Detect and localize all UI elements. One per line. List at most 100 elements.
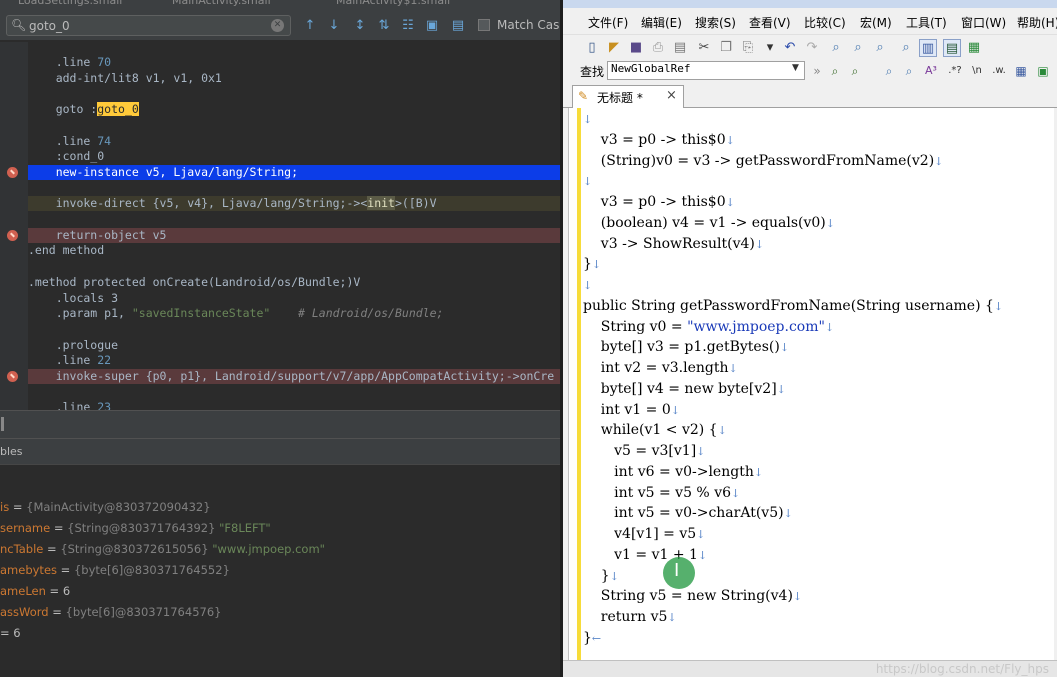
text-line[interactable]: int v1 = 0↓ — [583, 400, 680, 421]
regex-icon[interactable]: .*? — [947, 62, 963, 80]
text-area[interactable]: ↓ v3 = p0 -> this$0↓ (String)v0 = v3 -> … — [568, 108, 1054, 660]
code-line[interactable] — [28, 212, 563, 227]
paste-icon[interactable]: ⎘ — [739, 39, 757, 57]
paste-dropdown-icon[interactable]: ▾ — [761, 39, 779, 57]
find-icon[interactable]: ⌕ — [827, 39, 845, 57]
whole-word-icon[interactable]: .w. — [991, 62, 1007, 80]
redo-icon[interactable]: ↷ — [803, 39, 821, 57]
code-line[interactable]: .param p1, "savedInstanceState" # Landro… — [28, 306, 563, 321]
find-next-green-icon[interactable]: ⌕ — [827, 62, 843, 80]
breakpoint-icon[interactable] — [7, 229, 18, 241]
variable-row[interactable]: is = {MainActivity@830372090432} — [0, 497, 563, 517]
find-options-icon[interactable]: » — [809, 62, 825, 80]
text-line[interactable]: public String getPasswordFromName(String… — [583, 296, 1003, 317]
add-selection-icon[interactable]: ↕ — [352, 18, 368, 34]
smali-editor[interactable]: .line 70 add-int/lit8 v1, v1, 0x1 goto :… — [0, 42, 563, 410]
menu-edit[interactable]: 编辑(E) — [641, 14, 682, 31]
code-line[interactable] — [28, 385, 563, 400]
find-previous-green-icon[interactable]: ⌕ — [847, 62, 863, 80]
menu-tools[interactable]: 工具(T) — [906, 14, 947, 31]
outline-icon[interactable]: ▤ — [943, 39, 961, 57]
text-line[interactable]: return v5↓ — [583, 607, 677, 628]
code-line[interactable]: .locals 3 — [28, 291, 563, 306]
editor-tab[interactable]: MainActivity$1.smali — [336, 0, 450, 8]
filter-icon[interactable]: ▣ — [424, 18, 440, 34]
text-line[interactable]: String v0 = "www.jmpoep.com"↓ — [583, 317, 834, 338]
code-line[interactable] — [28, 86, 563, 101]
cut-icon[interactable]: ✂ — [695, 39, 713, 57]
find-in-files-icon[interactable]: ⌕ — [897, 39, 915, 57]
match-case-icon[interactable]: A³ — [923, 62, 939, 80]
variable-row[interactable]: sername = {String@830371764392} "F8LEFT" — [0, 518, 563, 538]
text-line[interactable]: }← — [583, 628, 601, 649]
text-line[interactable]: ↓ — [583, 171, 592, 192]
text-line[interactable]: v5 = v3[v1]↓ — [583, 441, 705, 462]
text-line[interactable]: (boolean) v4 = v1 -> equals(v0)↓ — [583, 213, 835, 234]
text-line[interactable]: int v6 = v0->length↓ — [583, 462, 763, 483]
text-line[interactable]: v3 -> ShowResult(v4)↓ — [583, 234, 764, 255]
find-in-selection-icon[interactable]: ▦ — [1013, 62, 1029, 80]
search-icon[interactable]: 🔍︎ — [11, 18, 26, 32]
copy-icon[interactable]: ❐ — [717, 39, 735, 57]
editor-tab[interactable]: LoadSettings.smali — [18, 0, 122, 8]
code-line[interactable]: .end method — [28, 243, 563, 258]
clear-highlight-icon[interactable]: ⌕ — [901, 62, 917, 80]
code-line[interactable]: return-object v5 — [28, 227, 563, 243]
clear-search-icon[interactable]: ✕ — [271, 19, 284, 32]
text-line[interactable]: (String)v0 = v3 -> getPasswordFromName(v… — [583, 151, 944, 172]
code-line[interactable]: :cond_0 — [28, 149, 563, 164]
code-line[interactable]: new-instance v5, Ljava/lang/String; — [28, 164, 563, 180]
code-line[interactable] — [28, 259, 563, 274]
text-line[interactable]: }↓ — [583, 254, 601, 275]
code-line[interactable] — [28, 118, 563, 133]
menu-search[interactable]: 搜索(S) — [695, 14, 736, 31]
select-next-icon[interactable]: ⇅ — [376, 18, 392, 34]
workspace-icon[interactable]: ▦ — [965, 39, 983, 57]
match-case-checkbox[interactable] — [478, 19, 490, 31]
code-line[interactable]: add-int/lit8 v1, v1, 0x1 — [28, 71, 563, 86]
menu-macro[interactable]: 宏(M) — [860, 14, 892, 31]
text-line[interactable]: byte[] v3 = p1.getBytes()↓ — [583, 337, 789, 358]
variables-panel[interactable]: is = {MainActivity@830372090432} sername … — [0, 464, 563, 677]
text-line[interactable]: byte[] v4 = new byte[v2]↓ — [583, 379, 786, 400]
text-line[interactable]: ↓ — [583, 109, 592, 130]
menu-view[interactable]: 查看(V) — [749, 14, 791, 31]
previous-occurrence-icon[interactable]: ↑ — [302, 18, 318, 34]
text-line[interactable]: ↓ — [583, 275, 592, 296]
code-line[interactable] — [28, 181, 563, 196]
toggle-icon[interactable]: ▥ — [919, 39, 937, 57]
open-file-icon[interactable]: ◤ — [605, 39, 623, 57]
text-line[interactable]: v3 = p0 -> this$0↓ — [583, 192, 735, 213]
code-line[interactable]: .line 70 — [28, 55, 563, 70]
code-line[interactable]: .prologue — [28, 338, 563, 353]
text-line[interactable]: while(v1 < v2) {↓ — [583, 420, 727, 441]
escape-sequence-icon[interactable]: \n — [969, 62, 985, 80]
print-icon[interactable]: ⎙ — [649, 39, 667, 57]
print-preview-icon[interactable]: ▤ — [671, 39, 689, 57]
save-icon[interactable]: ■ — [627, 39, 645, 57]
editor-gutter[interactable] — [0, 42, 28, 410]
menu-window[interactable]: 窗口(W) — [961, 14, 1006, 31]
text-line[interactable]: String v5 = new String(v4)↓ — [583, 586, 802, 607]
document-tab[interactable]: ✎ 无标题 * × — [572, 85, 684, 108]
code-line[interactable]: .method protected onCreate(Landroid/os/B… — [28, 275, 563, 290]
select-all-occurrences-icon[interactable]: ☷ — [400, 18, 416, 34]
code-line[interactable]: .line 74 — [28, 134, 563, 149]
menu-file[interactable]: 文件(F) — [588, 14, 628, 31]
breakpoint-icon[interactable] — [7, 166, 18, 178]
variable-row[interactable]: amebytes = {byte[6]@830371764552} — [0, 560, 563, 580]
next-occurrence-icon[interactable]: ↓ — [326, 18, 342, 34]
incremental-search-icon[interactable]: ▣ — [1035, 62, 1051, 80]
undo-icon[interactable]: ↶ — [781, 39, 799, 57]
code-line[interactable]: .line 23 — [28, 400, 563, 410]
find-input[interactable]: NewGlobalRef — [607, 61, 805, 80]
text-line[interactable]: v4[v1] = v5↓ — [583, 524, 705, 545]
code-line[interactable]: goto :goto_0 — [28, 102, 563, 117]
highlight-icon[interactable]: ⌕ — [881, 62, 897, 80]
variable-row[interactable]: ncTable = {String@830372615056} "www.jmp… — [0, 539, 563, 559]
code-line[interactable] — [28, 322, 563, 337]
variable-row[interactable]: ameLen = 6 — [0, 581, 563, 601]
new-file-icon[interactable]: ▯ — [583, 39, 601, 57]
find-previous-icon[interactable]: ⌕ — [871, 39, 889, 57]
text-line[interactable]: int v5 = v5 % v6↓ — [583, 483, 740, 504]
